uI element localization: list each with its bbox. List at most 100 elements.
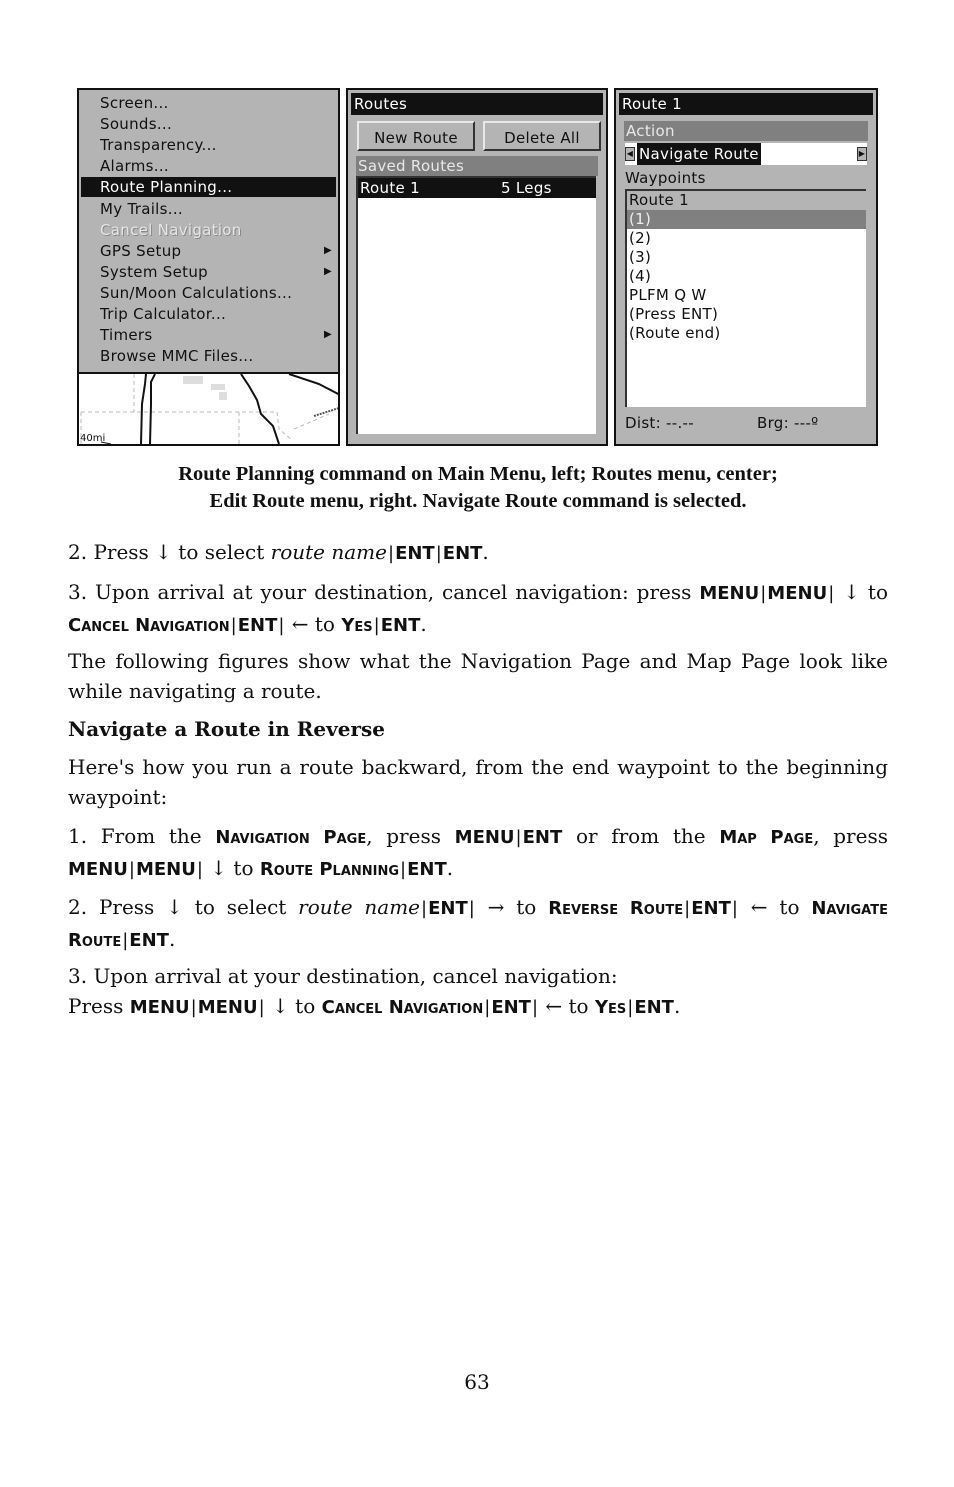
separator: | (421, 898, 428, 919)
separator: | (190, 997, 197, 1018)
route-name-emphasis: route name (270, 540, 387, 564)
new-route-button[interactable]: New Route (357, 121, 475, 151)
routes-title: Routes (351, 93, 603, 115)
menu-item-label: Trip Calculator... (100, 305, 227, 323)
menu-item[interactable]: Sounds... (81, 114, 336, 134)
menu-item-label: Screen... (100, 94, 169, 112)
waypoint-row[interactable]: (4) (627, 267, 866, 286)
key-ent: ENT (522, 827, 563, 848)
step-text: , press (813, 824, 888, 848)
waypoint-row[interactable]: (1) (627, 210, 866, 229)
caption-line-2: Edit Route menu, right. Navigate Route c… (209, 490, 747, 512)
separator: | (387, 543, 395, 564)
menu-item[interactable]: Transparency... (81, 135, 336, 155)
cancel-navigation-command: Cancel Navigation (321, 997, 484, 1018)
menu-item[interactable]: My Trails... (81, 199, 336, 219)
menu-item[interactable]: Timers ▶ (81, 325, 336, 345)
waypoint-row[interactable]: (2) (627, 229, 866, 248)
period: . (446, 856, 454, 880)
key-menu: MENU (129, 997, 190, 1018)
cancel-navigation-command: Cancel Navigation (68, 615, 230, 636)
period: . (482, 540, 489, 564)
delete-all-button[interactable]: Delete All (483, 121, 601, 151)
action-selector[interactable]: ◀ Navigate Route ▶ (625, 143, 867, 165)
waypoint-row[interactable]: (Press ENT) (627, 305, 866, 324)
separator: | (731, 898, 738, 919)
route-name: Route 1 (360, 179, 420, 197)
figures-paragraph: The following figures show what the Navi… (68, 649, 888, 703)
separator: | (515, 827, 522, 848)
submenu-arrow-icon: ▶ (324, 244, 332, 256)
key-ent: ENT (407, 859, 447, 880)
reverse-step-3: 3. Upon arrival at your destination, can… (68, 961, 888, 1023)
menu-item: Cancel Navigation (81, 220, 336, 240)
reverse-step-2: 2. Press ↓ to select route name|ENT| → t… (68, 892, 888, 956)
map-view: 40mi (79, 374, 338, 444)
period: . (168, 927, 176, 951)
key-ent: ENT (634, 997, 674, 1018)
key-menu: MENU (454, 827, 515, 848)
step-3: 3. Upon arrival at your destination, can… (68, 577, 888, 641)
waypoints-header: Waypoints (625, 169, 706, 187)
routes-menu-screenshot: Routes New Route Delete All Saved Routes… (346, 88, 608, 446)
step-text: or from the (562, 824, 720, 848)
step-text: 3. Upon arrival at your destination, can… (68, 964, 618, 988)
menu-item-label: Browse MMC Files... (100, 347, 254, 366)
menu-item-label: Sun/Moon Calculations... (100, 283, 293, 302)
separator: | (230, 615, 237, 636)
navigation-page-ref: Navigation Page (215, 827, 367, 848)
main-menu-screenshot: Screen... Sounds... Transparency... Alarms.… (77, 88, 340, 446)
menu-item[interactable]: System Setup ▶ (81, 262, 336, 282)
menu-item-label: My Trails... (100, 199, 183, 218)
key-ent: ENT (491, 997, 531, 1018)
yes-command: Yes (341, 615, 373, 636)
menu-item[interactable]: Browse MMC Files... (81, 346, 336, 366)
menu-item[interactable]: Alarms... (81, 156, 336, 176)
step-text: → to (475, 895, 549, 919)
figure-caption: Route Planning command on Main Menu, lef… (60, 461, 896, 515)
action-value[interactable]: Navigate Route (637, 143, 761, 165)
arrow-right-icon[interactable]: ▶ (857, 147, 867, 161)
step-text: Press (68, 994, 130, 1018)
step-text: ← to (738, 895, 812, 919)
menu-item-label: Alarms... (100, 157, 169, 176)
waypoint-row[interactable]: (3) (627, 248, 866, 267)
menu-item[interactable]: GPS Setup ▶ (81, 241, 336, 261)
step-text: , press (366, 824, 455, 848)
step-text: 3. Upon arrival at your destination, can… (68, 580, 700, 604)
key-ent: ENT (428, 898, 468, 919)
step-text: ← to (285, 612, 342, 636)
submenu-arrow-icon: ▶ (324, 265, 332, 277)
waypoint-row[interactable]: PLFM Q W (627, 286, 866, 305)
menu-item[interactable]: Trip Calculator... (81, 304, 336, 324)
menu-item[interactable]: Route Planning... (81, 177, 336, 198)
period: . (673, 994, 681, 1018)
section-heading: Navigate a Route in Reverse (68, 717, 385, 741)
intro-paragraph: Here's how you run a route backward, fro… (68, 755, 888, 809)
key-ent: ENT (395, 543, 435, 564)
menu-item-label: Cancel Navigation (100, 220, 242, 239)
key-ent: ENT (380, 615, 421, 636)
menu-item-label: Transparency... (100, 136, 217, 155)
bearing-readout: Brg: ---º (757, 414, 819, 432)
key-menu: MENU (68, 859, 128, 880)
status-bar: Dist: --.-- Brg: ---º (625, 412, 867, 434)
menu-item[interactable]: Sun/Moon Calculations... (81, 283, 336, 303)
route-row[interactable]: Route 1 5 Legs (358, 178, 596, 198)
main-menu: Screen... Sounds... Transparency... Alarms.… (79, 90, 338, 374)
waypoints-list: Route 1 (1) (2) (3) (4) PLFM Q W (Press ENT) (R… (625, 189, 866, 407)
map-scale-label: 40mi (80, 433, 106, 444)
submenu-arrow-icon: ▶ (324, 329, 332, 341)
separator: | (400, 859, 407, 880)
step-2: 2. Press ↓ to select route name|ENT|ENT. (68, 537, 888, 569)
arrow-left-icon[interactable]: ◀ (625, 147, 635, 161)
key-menu: MENU (197, 997, 258, 1018)
saved-routes-header: Saved Routes (356, 156, 598, 176)
waypoint-row[interactable]: (Route end) (627, 324, 866, 343)
saved-routes-list: Route 1 5 Legs (356, 176, 596, 434)
menu-item-label: Route Planning... (100, 178, 233, 197)
menu-item[interactable]: Screen... (81, 93, 336, 113)
key-ent: ENT (237, 615, 278, 636)
key-ent: ENT (442, 543, 483, 564)
period: . (420, 612, 427, 636)
